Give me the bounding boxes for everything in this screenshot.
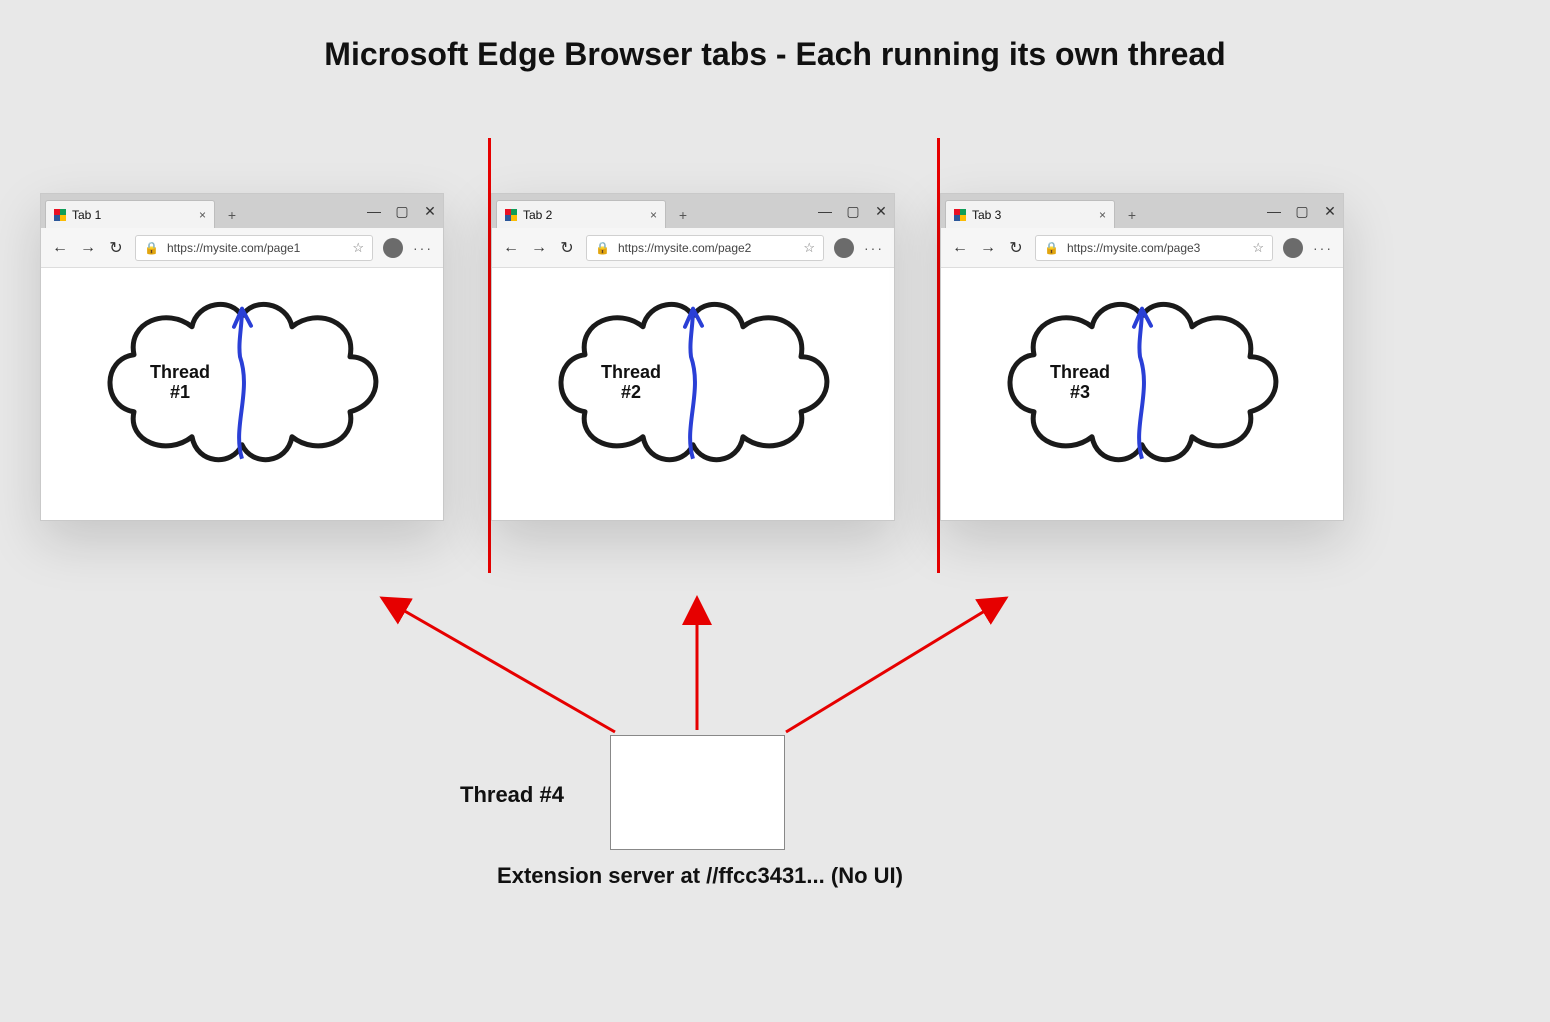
thread-cloud: Thread #2	[543, 287, 843, 482]
address-bar[interactable]: 🔒 https://mysite.com/page3 ☆	[1035, 235, 1273, 261]
window-maximize-icon[interactable]: ▢	[846, 203, 860, 220]
url-text: https://mysite.com/page2	[618, 241, 795, 255]
page-content: Thread #1	[41, 268, 443, 520]
browser-window-2: Tab 2 × + — ▢ ✕ ← → ↻ 🔒 https://mysite.c…	[491, 193, 895, 521]
window-close-icon[interactable]: ✕	[1323, 203, 1337, 220]
new-tab-button[interactable]: +	[221, 204, 243, 226]
back-icon[interactable]: ←	[502, 239, 520, 257]
edge-logo-icon	[54, 209, 66, 221]
back-icon[interactable]: ←	[951, 239, 969, 257]
edge-logo-icon	[954, 209, 966, 221]
profile-avatar[interactable]	[383, 238, 403, 258]
tab-label: Tab 3	[972, 208, 1093, 222]
thread-label-line2: #1	[170, 382, 190, 402]
more-icon[interactable]: ···	[864, 240, 884, 256]
favorite-icon[interactable]: ☆	[1252, 240, 1264, 256]
window-close-icon[interactable]: ✕	[874, 203, 888, 220]
thread-label-line1: Thread	[1050, 362, 1110, 382]
close-tab-icon[interactable]: ×	[199, 208, 206, 222]
thread-cloud: Thread #3	[992, 287, 1292, 482]
url-text: https://mysite.com/page3	[1067, 241, 1244, 255]
close-tab-icon[interactable]: ×	[1099, 208, 1106, 222]
forward-icon[interactable]: →	[79, 239, 97, 257]
thread-label-line2: #3	[1070, 382, 1090, 402]
titlebar: Tab 1 × + — ▢ ✕	[41, 194, 443, 228]
page-content: Thread #2	[492, 268, 894, 520]
toolbar: ← → ↻ 🔒 https://mysite.com/page2 ☆ ···	[492, 228, 894, 268]
browser-window-1: Tab 1 × + — ▢ ✕ ← → ↻ 🔒 https://mysite.c…	[40, 193, 444, 521]
close-tab-icon[interactable]: ×	[650, 208, 657, 222]
browser-tab[interactable]: Tab 3 ×	[945, 200, 1115, 228]
titlebar: Tab 2 × + — ▢ ✕	[492, 194, 894, 228]
window-minimize-icon[interactable]: —	[367, 203, 381, 219]
favorite-icon[interactable]: ☆	[352, 240, 364, 256]
thread-cloud: Thread #1	[92, 287, 392, 482]
browser-tab[interactable]: Tab 1 ×	[45, 200, 215, 228]
refresh-icon[interactable]: ↻	[1007, 238, 1025, 258]
url-text: https://mysite.com/page1	[167, 241, 344, 255]
window-minimize-icon[interactable]: —	[818, 203, 832, 219]
extension-caption: Extension server at //ffcc3431... (No UI…	[430, 863, 970, 889]
tab-label: Tab 2	[523, 208, 644, 222]
window-maximize-icon[interactable]: ▢	[1295, 203, 1309, 220]
edge-logo-icon	[505, 209, 517, 221]
thread-label-line1: Thread	[601, 362, 661, 382]
lock-icon: 🔒	[595, 241, 610, 255]
address-bar[interactable]: 🔒 https://mysite.com/page1 ☆	[135, 235, 373, 261]
new-tab-button[interactable]: +	[672, 204, 694, 226]
titlebar: Tab 3 × + — ▢ ✕	[941, 194, 1343, 228]
window-maximize-icon[interactable]: ▢	[395, 203, 409, 220]
page-content: Thread #3	[941, 268, 1343, 520]
back-icon[interactable]: ←	[51, 239, 69, 257]
more-icon[interactable]: ···	[413, 240, 433, 256]
favorite-icon[interactable]: ☆	[803, 240, 815, 256]
more-icon[interactable]: ···	[1313, 240, 1333, 256]
address-bar[interactable]: 🔒 https://mysite.com/page2 ☆	[586, 235, 824, 261]
window-minimize-icon[interactable]: —	[1267, 203, 1281, 219]
thread4-label: Thread #4	[460, 782, 564, 808]
profile-avatar[interactable]	[834, 238, 854, 258]
lock-icon: 🔒	[144, 241, 159, 255]
browser-window-3: Tab 3 × + — ▢ ✕ ← → ↻ 🔒 https://mysite.c…	[940, 193, 1344, 521]
forward-icon[interactable]: →	[979, 239, 997, 257]
toolbar: ← → ↻ 🔒 https://mysite.com/page3 ☆ ···	[941, 228, 1343, 268]
lock-icon: 🔒	[1044, 241, 1059, 255]
refresh-icon[interactable]: ↻	[558, 238, 576, 258]
refresh-icon[interactable]: ↻	[107, 238, 125, 258]
tab-label: Tab 1	[72, 208, 193, 222]
window-close-icon[interactable]: ✕	[423, 203, 437, 220]
forward-icon[interactable]: →	[530, 239, 548, 257]
toolbar: ← → ↻ 🔒 https://mysite.com/page1 ☆ ···	[41, 228, 443, 268]
browser-tab[interactable]: Tab 2 ×	[496, 200, 666, 228]
thread-label-line2: #2	[621, 382, 641, 402]
extension-server-box	[610, 735, 785, 850]
diagram-stage: Microsoft Edge Browser tabs - Each runni…	[0, 0, 1550, 1022]
new-tab-button[interactable]: +	[1121, 204, 1143, 226]
profile-avatar[interactable]	[1283, 238, 1303, 258]
diagram-title: Microsoft Edge Browser tabs - Each runni…	[0, 36, 1550, 73]
thread-label-line1: Thread	[150, 362, 210, 382]
